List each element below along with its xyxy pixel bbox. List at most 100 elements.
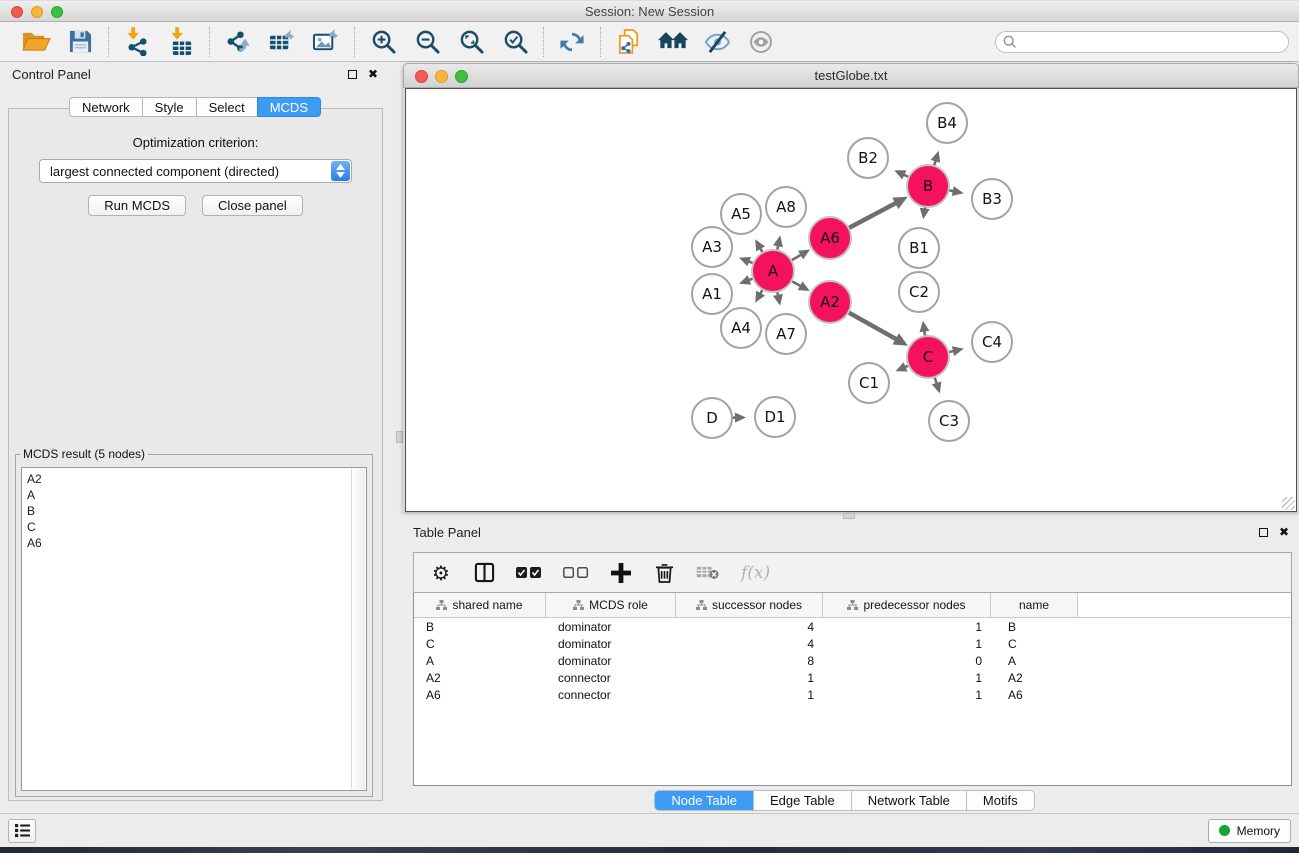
float-panel-icon[interactable]	[1259, 528, 1268, 537]
graph-node-label: C3	[939, 412, 959, 430]
criterion-value: largest connected component (directed)	[50, 164, 279, 179]
minimize-network-button[interactable]	[435, 70, 448, 83]
cell-successor-nodes[interactable]: 1	[676, 686, 823, 703]
column-view-icon[interactable]	[473, 562, 495, 583]
mcds-result-list[interactable]: A2ABCA6	[21, 467, 367, 791]
task-history-button[interactable]	[8, 819, 36, 843]
select-all-icon[interactable]	[516, 566, 542, 579]
cell-shared-name[interactable]: C	[414, 635, 546, 652]
cell-MCDS-role[interactable]: connector	[546, 686, 676, 703]
cell-MCDS-role[interactable]: dominator	[546, 618, 676, 635]
cell-successor-nodes[interactable]: 4	[676, 635, 823, 652]
cell-shared-name[interactable]: B	[414, 618, 546, 635]
cell-shared-name[interactable]: A6	[414, 686, 546, 703]
cell-name[interactable]: A2	[991, 669, 1078, 686]
tab-network-table[interactable]: Network Table	[851, 790, 967, 811]
result-item[interactable]: A2	[27, 471, 366, 487]
table-row[interactable]: A6connector11A6	[414, 686, 1291, 703]
export-network-icon[interactable]	[222, 27, 254, 57]
cell-name[interactable]: C	[991, 635, 1078, 652]
search-input[interactable]	[1022, 35, 1281, 49]
column-header-predecessor-nodes[interactable]: predecessor nodes	[823, 593, 991, 617]
cell-shared-name[interactable]: A2	[414, 669, 546, 686]
cell-MCDS-role[interactable]: dominator	[546, 635, 676, 652]
network-graph[interactable]: AA1A2A3A4A5A6A7A8BB1B2B3B4CC1C2C3C4DD1	[406, 89, 1296, 510]
cell-successor-nodes[interactable]: 1	[676, 669, 823, 686]
cell-predecessor-nodes[interactable]: 1	[823, 686, 991, 703]
tab-motifs[interactable]: Motifs	[966, 790, 1035, 811]
zoom-in-icon[interactable]	[367, 27, 399, 57]
export-table-icon[interactable]	[266, 27, 298, 57]
splitter-handle[interactable]	[396, 431, 403, 443]
tab-style[interactable]: Style	[142, 97, 197, 117]
import-network-icon[interactable]	[121, 27, 153, 57]
tab-network[interactable]: Network	[69, 97, 143, 117]
delete-table-icon[interactable]	[696, 565, 720, 580]
maximize-window-button[interactable]	[51, 6, 63, 18]
table-row[interactable]: Bdominator41B	[414, 618, 1291, 635]
tab-node-table[interactable]: Node Table	[654, 790, 754, 811]
cell-predecessor-nodes[interactable]: 1	[823, 618, 991, 635]
close-network-button[interactable]	[415, 70, 428, 83]
close-window-button[interactable]	[11, 6, 23, 18]
minimize-window-button[interactable]	[31, 6, 43, 18]
tab-edge-table[interactable]: Edge Table	[753, 790, 852, 811]
column-header-MCDS-role[interactable]: MCDS role	[546, 593, 676, 617]
table-row[interactable]: Adominator80A	[414, 652, 1291, 669]
cell-predecessor-nodes[interactable]: 0	[823, 652, 991, 669]
float-panel-icon[interactable]	[348, 70, 357, 79]
run-mcds-button[interactable]: Run MCDS	[88, 195, 186, 216]
result-item[interactable]: B	[27, 503, 366, 519]
column-header-shared-name[interactable]: shared name	[414, 593, 546, 617]
first-neighbors-icon[interactable]	[657, 27, 689, 57]
save-session-icon[interactable]	[64, 27, 96, 57]
close-panel-button[interactable]: Close panel	[202, 195, 303, 216]
export-image-icon[interactable]	[310, 27, 342, 57]
import-table-icon[interactable]	[165, 27, 197, 57]
cell-MCDS-role[interactable]: connector	[546, 669, 676, 686]
duplicate-network-icon[interactable]	[613, 27, 645, 57]
tab-mcds[interactable]: MCDS	[257, 97, 321, 117]
tab-select[interactable]: Select	[196, 97, 258, 117]
zoom-fit-icon[interactable]	[455, 27, 487, 57]
cell-name[interactable]: B	[991, 618, 1078, 635]
zoom-selected-icon[interactable]	[499, 27, 531, 57]
delete-column-icon[interactable]	[653, 562, 675, 583]
table-row[interactable]: Cdominator41C	[414, 635, 1291, 652]
function-builder-icon[interactable]: f(x)	[741, 563, 770, 583]
cell-predecessor-nodes[interactable]: 1	[823, 669, 991, 686]
criterion-dropdown[interactable]: largest connected component (directed)	[39, 159, 352, 183]
result-item[interactable]: C	[27, 519, 366, 535]
desktop-background	[0, 847, 1299, 853]
graph-edge-A6-B[interactable]	[849, 202, 898, 228]
close-panel-icon[interactable]: ✖	[1279, 527, 1289, 537]
maximize-network-button[interactable]	[455, 70, 468, 83]
cell-successor-nodes[interactable]: 8	[676, 652, 823, 669]
cell-successor-nodes[interactable]: 4	[676, 618, 823, 635]
column-header-name[interactable]: name	[991, 593, 1078, 617]
graph-edge-A2-C[interactable]	[848, 312, 897, 340]
result-item[interactable]: A	[27, 487, 366, 503]
hide-selected-icon[interactable]	[701, 27, 733, 57]
cell-predecessor-nodes[interactable]: 1	[823, 635, 991, 652]
table-row[interactable]: A2connector11A2	[414, 669, 1291, 686]
deselect-all-icon[interactable]	[563, 566, 589, 579]
zoom-out-icon[interactable]	[411, 27, 443, 57]
cell-MCDS-role[interactable]: dominator	[546, 652, 676, 669]
memory-button[interactable]: Memory	[1208, 819, 1291, 843]
add-column-icon[interactable]	[610, 563, 632, 583]
show-all-icon[interactable]	[745, 27, 777, 57]
network-canvas[interactable]: AA1A2A3A4A5A6A7A8BB1B2B3B4CC1C2C3C4DD1	[405, 88, 1297, 512]
scrollbar[interactable]	[351, 469, 365, 789]
table-settings-icon[interactable]: ⚙	[430, 563, 452, 583]
resize-grip[interactable]	[1282, 497, 1295, 510]
close-panel-icon[interactable]: ✖	[368, 69, 378, 79]
open-session-icon[interactable]	[20, 27, 52, 57]
column-header-successor-nodes[interactable]: successor nodes	[676, 593, 823, 617]
search-box[interactable]	[995, 31, 1289, 53]
cell-name[interactable]: A	[991, 652, 1078, 669]
refresh-icon[interactable]	[556, 27, 588, 57]
cell-name[interactable]: A6	[991, 686, 1078, 703]
cell-shared-name[interactable]: A	[414, 652, 546, 669]
result-item[interactable]: A6	[27, 535, 366, 551]
